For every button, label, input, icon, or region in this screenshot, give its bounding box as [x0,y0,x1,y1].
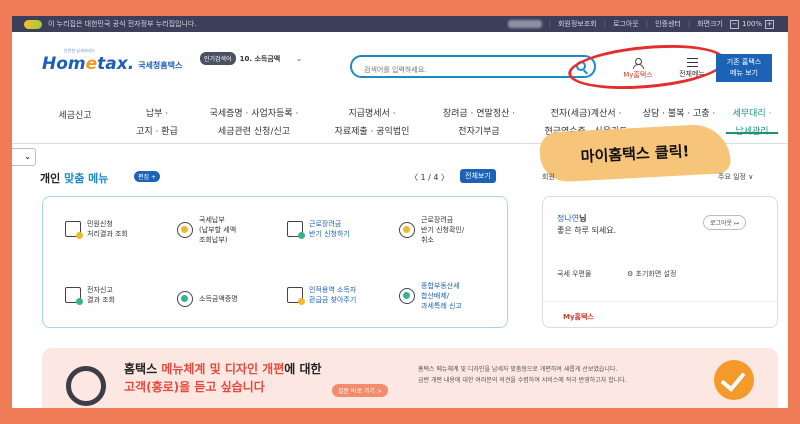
annotation-callout: 마이홈택스 클릭! [538,123,732,183]
legacy-menu-button[interactable]: 기존 홈택스 메뉴 보기 [716,54,772,82]
member-info-link[interactable]: 회원정보조회 [558,19,597,29]
user-panel: 정나연님 좋은 하루 되세요. 로그아웃 ↦ 국세 우편물 ⚙ 초기화면 설정 … [542,196,778,328]
handshake-icon [177,291,193,307]
gear-icon: ⚙ [627,270,634,278]
quick-item-civil-request[interactable]: 민원신청 처리결과 조회 [65,219,128,239]
user-greeting: 좋은 하루 되세요. [557,226,617,235]
zoom-control: − 100% + [729,19,774,29]
quick-menu-pager[interactable]: 〈 1 / 4 〉 [410,172,449,183]
gov-notice-text: 이 누리집은 대한민국 공식 전자정부 누리집입니다. [48,20,197,28]
popular-item: 10. 소득금액 [239,54,281,63]
logo-agency: 국세청홈택스 [138,61,183,70]
gov-topbar: 이 누리집은 대한민국 공식 전자정부 누리집입니다. | 회원정보조회 | 로… [12,16,788,32]
gov-notice: 이 누리집은 대한민국 공식 전자정부 누리집입니다. [24,19,197,29]
hometax-logo[interactable]: 안전한 납세서비스 Hometax. 국세청홈택스 [42,48,183,74]
application-icon [287,221,305,239]
logo-tagline: 안전한 납세서비스 [64,48,95,53]
quick-menu-panel: 민원신청 처리결과 조회 국세납부 (납부할 세액 조회납부) 근로장려금 반기 신청하… [42,196,508,328]
topbar-links: | 회원정보조회 | 로그아웃 | 인증센터 | 화면크기 − 100% + [507,19,774,29]
schedule-dropdown[interactable]: 주요 일정 ∨ [718,172,753,182]
survey-banner: 홈택스 메뉴체계 및 디자인 개편에 대한 고객(흥로)을 듣고 싶습니다 설문… [42,348,778,408]
search-input[interactable] [364,61,564,79]
money-bag-icon [399,222,415,238]
reset-home-setting-link[interactable]: ⚙ 초기화면 설정 [627,269,676,279]
nav-item-incentives[interactable]: 장려금 · 연말정산 · 전자기부금 [432,98,526,142]
e-filing-icon [65,287,83,305]
nav-item-certificates[interactable]: 국세증명 · 사업자등록 · 세금관련 신청/신고 [200,98,308,142]
quick-menu-all-button[interactable]: 전체보기 [460,169,496,183]
logo-brand: Hometax. [42,54,135,74]
tax-mail-link[interactable]: 국세 우편물 [557,269,591,279]
quick-item-tax-payment[interactable]: 국세납부 (납부할 세액 조회납부) [177,215,236,245]
collapsed-dropdown[interactable]: ⌄ [12,148,36,166]
chevron-down-icon: ⌄ [296,54,303,63]
zoom-in-button[interactable]: + [765,19,774,29]
quick-menu-title: 개인 맞춤 메뉴 [40,172,109,185]
check-icon [714,360,754,400]
panel-logout-button[interactable]: 로그아웃 ↦ [703,215,747,230]
panel-my-hometax-link[interactable]: My홈택스 [543,301,777,322]
folder-icon [287,287,305,305]
user-name: 정나연님 [557,214,587,223]
popular-badge: 인기검색어 [200,52,236,65]
survey-button[interactable]: 설문 바로 가기 > [332,384,388,397]
search-box[interactable] [350,55,596,79]
zoom-level: 100% [741,20,762,28]
quick-item-incentive-check[interactable]: 근로장려금 반기 신청확인/취소 [399,215,464,245]
highlight-circle [566,39,728,95]
nav-item-payment[interactable]: 납부 · 고지 · 환급 [120,98,194,142]
nav-item-tax-agent[interactable]: 세무대리 · 납세관리 [726,98,778,137]
user-name-blurred [507,20,542,28]
popular-search[interactable]: 인기검색어 10. 소득금액 ⌄ [200,52,302,65]
member-panel-heading: 회원 [542,173,555,181]
magnifier-icon [66,366,106,406]
chart-icon [399,288,415,304]
banner-description: 홈택스 메뉴체계 및 디자인을 납세자 맞춤형으로 개편하여 새롭게 선보였습니… [418,366,627,384]
quick-item-property-tax[interactable]: 종합부동산세 합산배제/과세특례 신고 [399,281,462,311]
quick-item-refund-finder[interactable]: 인적용역 소득자 환급금 찾아주기 [287,285,356,305]
quick-menu-edit-button[interactable]: 편집 + [134,171,160,182]
quick-item-e-filing[interactable]: 전자신고 결과 조회 [65,285,115,305]
chevron-down-icon: ⌄ [24,152,31,161]
coin-icon [177,222,193,238]
document-icon [65,221,83,239]
nav-item-statements[interactable]: 지급명세서 · 자료제출 · 공익법인 [318,98,426,142]
quick-item-incentive-apply[interactable]: 근로장려금 반기 신청하기 [287,219,350,239]
egov-logo-icon [24,19,42,29]
nav-item-tax-return[interactable]: 세금신고 [46,98,104,142]
screen-size-label: 화면크기 [697,20,723,28]
quick-item-income-cert[interactable]: 소득금액증명 [177,291,238,307]
logout-link[interactable]: 로그아웃 [613,19,639,29]
cert-center-link[interactable]: 인증센터 [655,19,681,29]
zoom-out-button[interactable]: − [729,19,739,29]
banner-heading: 홈택스 메뉴체계 및 디자인 개편에 대한 고객(흥로)을 듣고 싶습니다 [124,362,322,394]
browser-page: 이 누리집은 대한민국 공식 전자정부 누리집입니다. | 회원정보조회 | 로… [12,16,788,408]
